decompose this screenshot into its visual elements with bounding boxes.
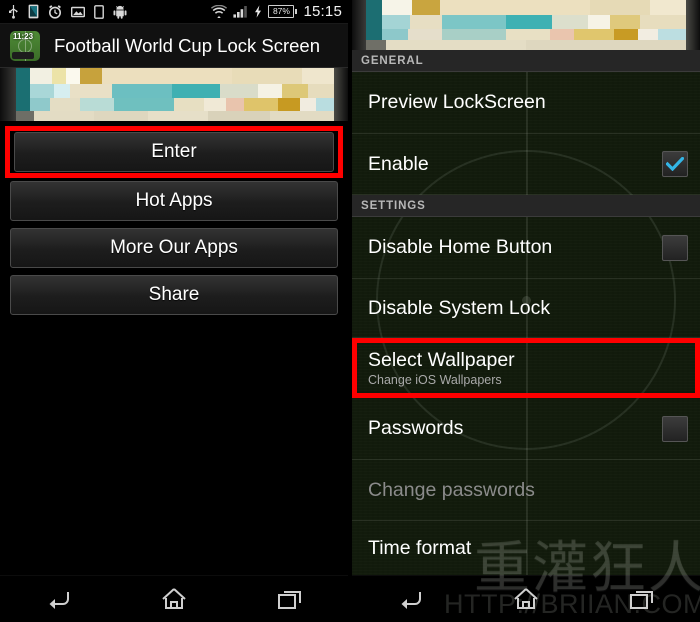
sim-card-icon [94, 4, 104, 19]
home-button-right[interactable] [490, 576, 562, 622]
recents-icon [278, 591, 301, 609]
settings-row-enable[interactable]: Enable [352, 134, 700, 195]
recents-button-right[interactable] [606, 576, 678, 622]
share-button[interactable]: Share [10, 275, 338, 315]
home-icon [514, 588, 538, 609]
action-button-list: Enter Hot Apps More Our Apps Share [0, 121, 348, 315]
app-icon-time-label: 11:23 [13, 31, 34, 41]
row-title: Preview LockScreen [368, 91, 546, 114]
share-button-wrap: Share [5, 275, 343, 315]
image-icon [71, 6, 85, 17]
alarm-clock-icon [49, 4, 61, 19]
settings-row-select-wallpaper-highlight[interactable]: Select Wallpaper Change iOS Wallpapers [352, 338, 700, 398]
settings-row-change-passwords: Change passwords [352, 460, 700, 521]
section-header-general: GENERAL [352, 50, 700, 72]
status-bar: 87% 15:15 [0, 0, 348, 24]
status-bar-notification-icons [8, 4, 211, 19]
settings-banner-image [352, 0, 700, 50]
home-button-left[interactable] [138, 576, 210, 622]
recents-button-left[interactable] [254, 576, 326, 622]
recents-icon [630, 591, 653, 609]
more-our-apps-button[interactable]: More Our Apps [10, 228, 338, 268]
back-icon [49, 592, 69, 609]
sd-card-icon [28, 4, 39, 19]
banner-mosaic [0, 68, 348, 121]
back-icon [401, 592, 421, 609]
right-phone-screen: GENERAL Preview LockScreen Enable SETTIN… [352, 0, 700, 622]
row-title: Change passwords [368, 478, 535, 501]
row-title: Time format [368, 537, 472, 560]
app-banner-image [0, 68, 348, 121]
settings-row-passwords[interactable]: Passwords [352, 398, 700, 460]
section-header-settings: SETTINGS [352, 195, 700, 217]
row-subtitle: Change iOS Wallpapers [368, 373, 502, 388]
left-phone-screen: 87% 15:15 11:23 Football World Cup Lock … [0, 0, 348, 622]
wifi-icon [211, 5, 228, 18]
hot-apps-button-wrap: Hot Apps [5, 181, 343, 221]
back-button-right[interactable] [374, 576, 446, 622]
enter-button[interactable]: Enter [14, 132, 334, 172]
more-our-apps-button-wrap: More Our Apps [5, 228, 343, 268]
row-title: Disable Home Button [368, 236, 553, 259]
football-lockscreen-app-icon: 11:23 [10, 30, 40, 61]
row-title: Disable System Lock [368, 296, 551, 319]
dual-screenshot-composite: 87% 15:15 11:23 Football World Cup Lock … [0, 0, 700, 622]
settings-row-time-format[interactable]: Time format [352, 521, 700, 576]
battery-percent-label: 87% [272, 6, 290, 17]
row-title: Passwords [368, 417, 464, 440]
status-bar-clock: 15:15 [303, 3, 342, 20]
app-title-bar: 11:23 Football World Cup Lock Screen [0, 24, 348, 68]
battery-indicator: 87% [268, 5, 298, 18]
settings-row-disable-home-button[interactable]: Disable Home Button [352, 217, 700, 279]
row-title: Enable [368, 152, 429, 175]
home-icon [162, 588, 186, 609]
usb-icon [9, 5, 18, 19]
settings-content: GENERAL Preview LockScreen Enable SETTIN… [352, 0, 700, 622]
enable-checkbox[interactable] [662, 151, 688, 177]
page-title: Football World Cup Lock Screen [54, 34, 320, 56]
cellular-signal-icon [233, 6, 248, 18]
row-title: Select Wallpaper [368, 348, 515, 371]
passwords-checkbox[interactable] [662, 415, 688, 442]
disable-home-button-checkbox[interactable] [662, 234, 688, 261]
android-robot-icon [113, 5, 127, 19]
android-navigation-bar-left [0, 575, 348, 622]
back-button-left[interactable] [22, 576, 94, 622]
hot-apps-button[interactable]: Hot Apps [10, 181, 338, 221]
checkmark-icon [666, 157, 684, 171]
enter-button-highlight: Enter [5, 126, 343, 178]
status-bar-system-icons: 87% 15:15 [211, 3, 342, 20]
settings-row-disable-system-lock[interactable]: Disable System Lock [352, 279, 700, 338]
settings-row-preview-lockscreen[interactable]: Preview LockScreen [352, 72, 700, 134]
android-navigation-bar-right [352, 575, 700, 622]
charging-bolt-icon [255, 5, 262, 18]
